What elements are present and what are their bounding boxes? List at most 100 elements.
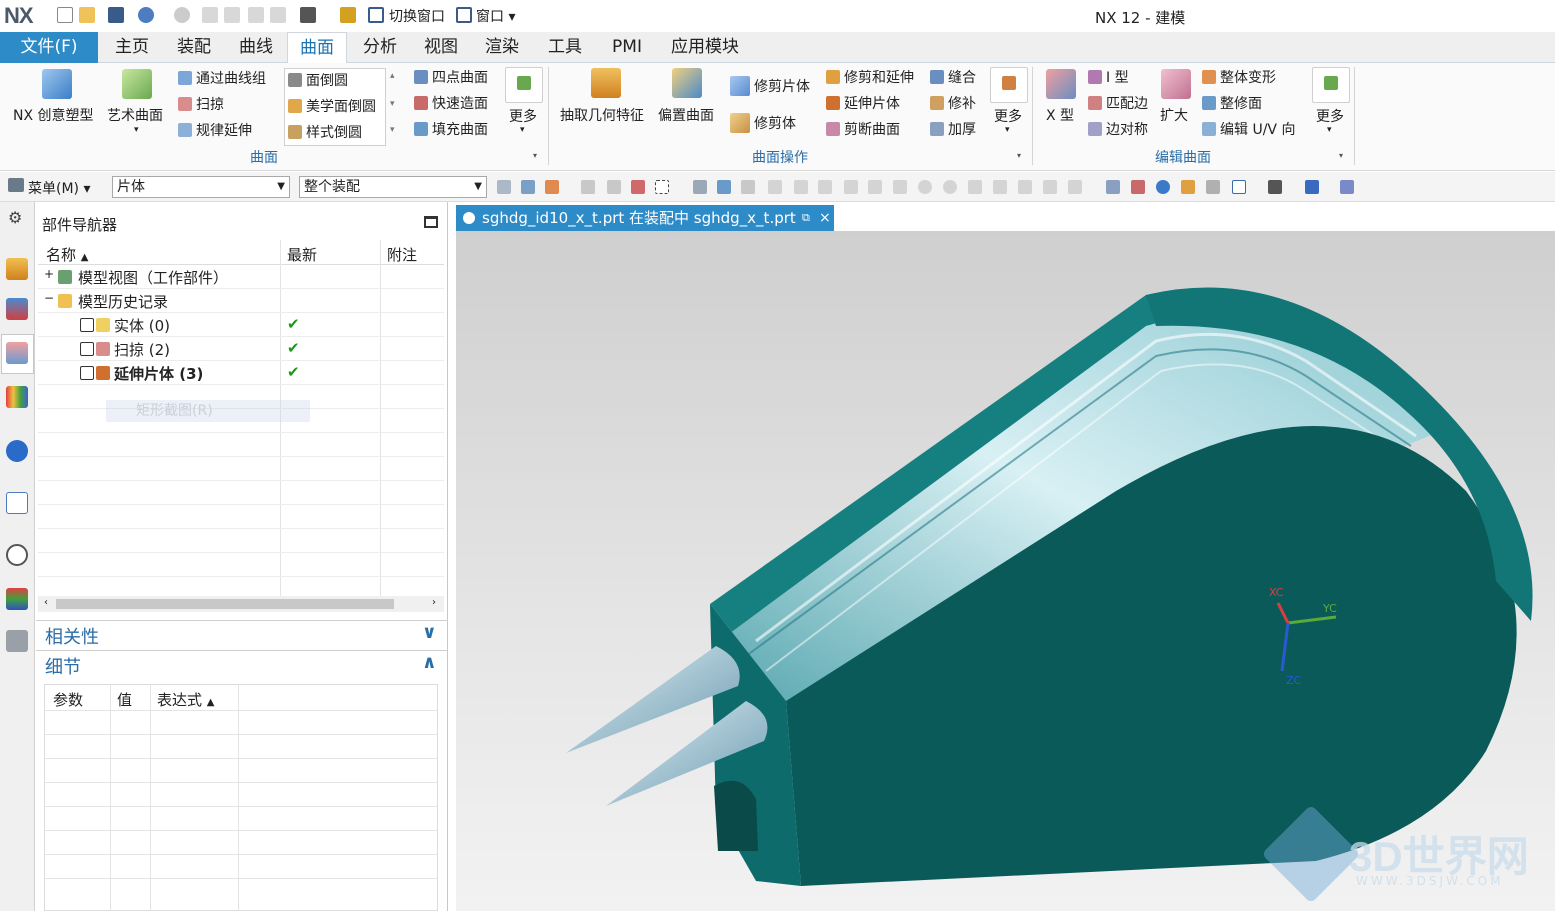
- grid-icon[interactable]: [1068, 180, 1082, 194]
- line-icon[interactable]: [768, 180, 782, 194]
- through-curves-button[interactable]: 通过曲线组: [178, 68, 266, 88]
- styled-blend-button[interactable]: 样式倒圆: [288, 122, 362, 142]
- sweep-button[interactable]: 扫掠: [178, 94, 224, 114]
- switch-window-icon[interactable]: [368, 7, 384, 23]
- patch-button[interactable]: 修补: [930, 93, 976, 113]
- match-edge-button[interactable]: 匹配边: [1088, 93, 1148, 113]
- gallery-down-icon[interactable]: ▾: [390, 99, 395, 109]
- new-file-icon[interactable]: [57, 7, 73, 23]
- rectangle-select-icon[interactable]: [655, 180, 669, 194]
- law-extension-button[interactable]: 规律延伸: [178, 120, 252, 140]
- history-clock-icon[interactable]: [6, 544, 28, 566]
- tab-view[interactable]: 视图: [413, 32, 469, 63]
- tab-curve[interactable]: 曲线: [228, 32, 284, 63]
- cross-icon[interactable]: [968, 180, 982, 194]
- trim-sheet-button[interactable]: 修剪片体: [730, 76, 810, 96]
- arc-icon[interactable]: [943, 180, 957, 194]
- face-blend-button[interactable]: 面倒圆: [288, 70, 348, 90]
- paste-icon[interactable]: [248, 7, 264, 23]
- select-face-icon[interactable]: [631, 180, 645, 194]
- detail-column-parameter[interactable]: 参数: [53, 689, 83, 710]
- undo-icon[interactable]: [138, 7, 154, 23]
- tree-row-model-history[interactable]: − 模型历史记录: [38, 289, 444, 313]
- checkbox-icon[interactable]: [80, 342, 94, 356]
- nx-realize-shape-button[interactable]: NX 创意塑型: [13, 105, 94, 125]
- gallery-expand-icon[interactable]: ▾: [390, 125, 395, 135]
- line-icon[interactable]: [794, 180, 808, 194]
- i-form-button[interactable]: I 型: [1088, 67, 1129, 87]
- tree-row-extend-sheet[interactable]: 延伸片体 (3) ✔: [38, 361, 444, 385]
- scroll-right-icon[interactable]: ›: [432, 597, 436, 608]
- trim-body-button[interactable]: 修剪体: [730, 113, 796, 133]
- tab-home[interactable]: 主页: [104, 32, 160, 63]
- touch-mode-icon[interactable]: [300, 7, 316, 23]
- file-menu-tab[interactable]: 文件(F): [0, 32, 98, 63]
- float-window-icon[interactable]: ⧉: [802, 205, 810, 231]
- tab-assembly[interactable]: 装配: [166, 32, 222, 63]
- dependencies-section[interactable]: 相关性: [45, 623, 99, 649]
- view-icon[interactable]: [1106, 180, 1120, 194]
- face-point-icon[interactable]: [1018, 180, 1032, 194]
- column-latest[interactable]: 最新: [287, 244, 317, 265]
- details-section[interactable]: 细节: [45, 653, 81, 679]
- selection-scope-select[interactable]: 整个装配 ▼: [299, 176, 487, 198]
- render-style-icon[interactable]: [1305, 180, 1319, 194]
- sew-button[interactable]: 缝合: [930, 67, 976, 87]
- edge-symmetry-button[interactable]: 边对称: [1088, 119, 1148, 139]
- tab-pmi[interactable]: PMI: [600, 32, 654, 63]
- part-navigator-icon[interactable]: [6, 342, 28, 364]
- thicken-button[interactable]: 加厚: [930, 119, 976, 139]
- detail-column-value[interactable]: 值: [117, 689, 132, 710]
- checkbox-icon[interactable]: [80, 366, 94, 380]
- graphics-window-tab[interactable]: sghdg_id10_x_t.prt 在装配中 sghdg_x_t.prt ⧉ …: [456, 205, 834, 231]
- filter-icon[interactable]: [497, 180, 511, 194]
- detail-column-expression[interactable]: 表达式 ▲: [157, 689, 215, 710]
- global-shaping-button[interactable]: 整体变形: [1202, 67, 1276, 87]
- chevron-down-icon[interactable]: ▾: [1005, 125, 1010, 135]
- refit-face-button[interactable]: 整修面: [1202, 93, 1262, 113]
- scroll-left-icon[interactable]: ‹: [44, 597, 48, 608]
- process-studio-icon[interactable]: [6, 588, 28, 610]
- block-icon[interactable]: [693, 180, 707, 194]
- open-folder-icon[interactable]: [79, 7, 95, 23]
- chevron-down-icon[interactable]: ▾: [520, 125, 525, 135]
- tab-tools[interactable]: 工具: [537, 32, 593, 63]
- tab-analysis[interactable]: 分析: [352, 32, 408, 63]
- fill-surface-button[interactable]: 填充曲面: [414, 119, 488, 139]
- cube-icon[interactable]: [717, 180, 731, 194]
- edit-uv-direction-button[interactable]: 编辑 U/V 向: [1202, 119, 1295, 139]
- four-point-surface-button[interactable]: 四点曲面: [414, 67, 488, 87]
- close-icon[interactable]: ×: [819, 205, 831, 231]
- tab-surface[interactable]: 曲面: [287, 32, 347, 63]
- tree-row-model-views[interactable]: + 模型视图（工作部件）: [38, 265, 444, 289]
- switch-window-button[interactable]: 切换窗口: [389, 6, 445, 26]
- aesthetic-face-blend-button[interactable]: 美学面倒圆: [288, 96, 376, 116]
- expand-icon[interactable]: +: [44, 267, 54, 281]
- rapid-surfacing-button[interactable]: 快速造面: [414, 93, 488, 113]
- graphics-viewport[interactable]: XC YC ZC 3D世界网 WWW.3DSJW.COM: [456, 231, 1555, 911]
- slash-icon[interactable]: [993, 180, 1007, 194]
- maximize-icon[interactable]: [424, 216, 438, 228]
- column-notes[interactable]: 附注: [387, 244, 417, 265]
- wave-icon[interactable]: [868, 180, 882, 194]
- column-name[interactable]: 名称 ▲: [46, 244, 89, 265]
- extract-geometry-button[interactable]: 抽取几何特征: [560, 105, 644, 125]
- checkbox-icon[interactable]: [80, 318, 94, 332]
- snap-icon[interactable]: [521, 180, 535, 194]
- redo-icon[interactable]: [174, 7, 190, 23]
- perpendicular-icon[interactable]: [893, 180, 907, 194]
- tab-applications[interactable]: 应用模块: [662, 32, 748, 63]
- divide-face-button[interactable]: 剪断曲面: [826, 119, 900, 139]
- chevron-up-icon[interactable]: ∧: [422, 652, 437, 673]
- spline-icon[interactable]: [844, 180, 858, 194]
- copy-icon[interactable]: [224, 7, 240, 23]
- window-icon[interactable]: [456, 7, 472, 23]
- save-icon[interactable]: [108, 7, 124, 23]
- select-feature-icon[interactable]: [581, 180, 595, 194]
- studio-surface-button[interactable]: 艺术曲面: [107, 105, 163, 125]
- repeat-command-icon[interactable]: [340, 7, 356, 23]
- gear-icon[interactable]: ⚙: [8, 208, 22, 227]
- tree-row-solid[interactable]: 实体 (0) ✔: [38, 313, 444, 337]
- extend-sheet-button[interactable]: 延伸片体: [826, 93, 900, 113]
- scrollbar-thumb[interactable]: [56, 599, 394, 609]
